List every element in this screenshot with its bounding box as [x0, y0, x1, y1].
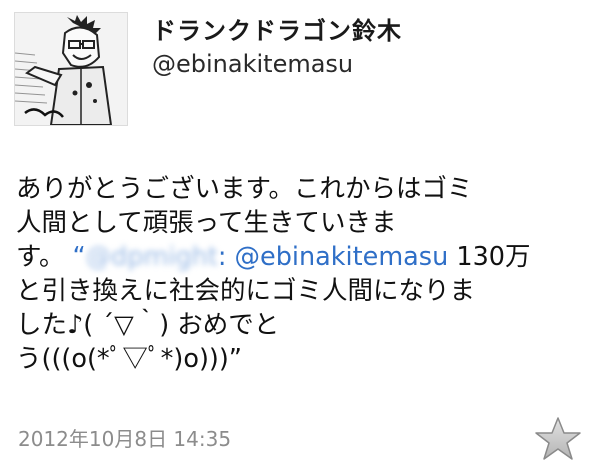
author-display-name[interactable]: ドランクドラゴン鈴木 — [152, 11, 402, 46]
tweet-line: と引き換えに社会的にゴミ人間になりま — [16, 276, 476, 306]
quote-open: “ — [72, 242, 86, 272]
tweet-line-prefix: す。 — [16, 242, 65, 272]
favorite-button[interactable] — [533, 416, 583, 462]
author-handle[interactable]: @ebinakitemasu — [152, 50, 353, 78]
tweet-line: ありがとうございます。これからはゴミ — [16, 174, 473, 204]
mention-link-blurred[interactable]: @dpmight — [86, 240, 218, 274]
tweet-line: 人間として頑張って生きていきま — [16, 208, 397, 238]
mention-link-author[interactable]: @ebinakitemasu — [235, 242, 449, 272]
tweet-timestamp: 2012年10月8日 14:35 — [18, 427, 232, 451]
tweet-line: した♪( ´▽｀) おめでと — [16, 310, 280, 340]
tweet-line: う(((o(*ﾟ▽ﾟ*)o)))” — [16, 344, 243, 374]
mention-colon: : — [217, 242, 227, 272]
tweet-line-suffix: 130万 — [448, 242, 531, 272]
tweet-line: す。 “@dpmight: @ebinakitemasu 130万 — [16, 240, 588, 274]
manga-avatar-icon — [15, 13, 127, 125]
tweet-text: ありがとうございます。これからはゴミ 人間として頑張って生きていきま す。 “@d… — [16, 172, 588, 376]
star-icon — [535, 417, 581, 460]
avatar[interactable] — [14, 12, 128, 126]
